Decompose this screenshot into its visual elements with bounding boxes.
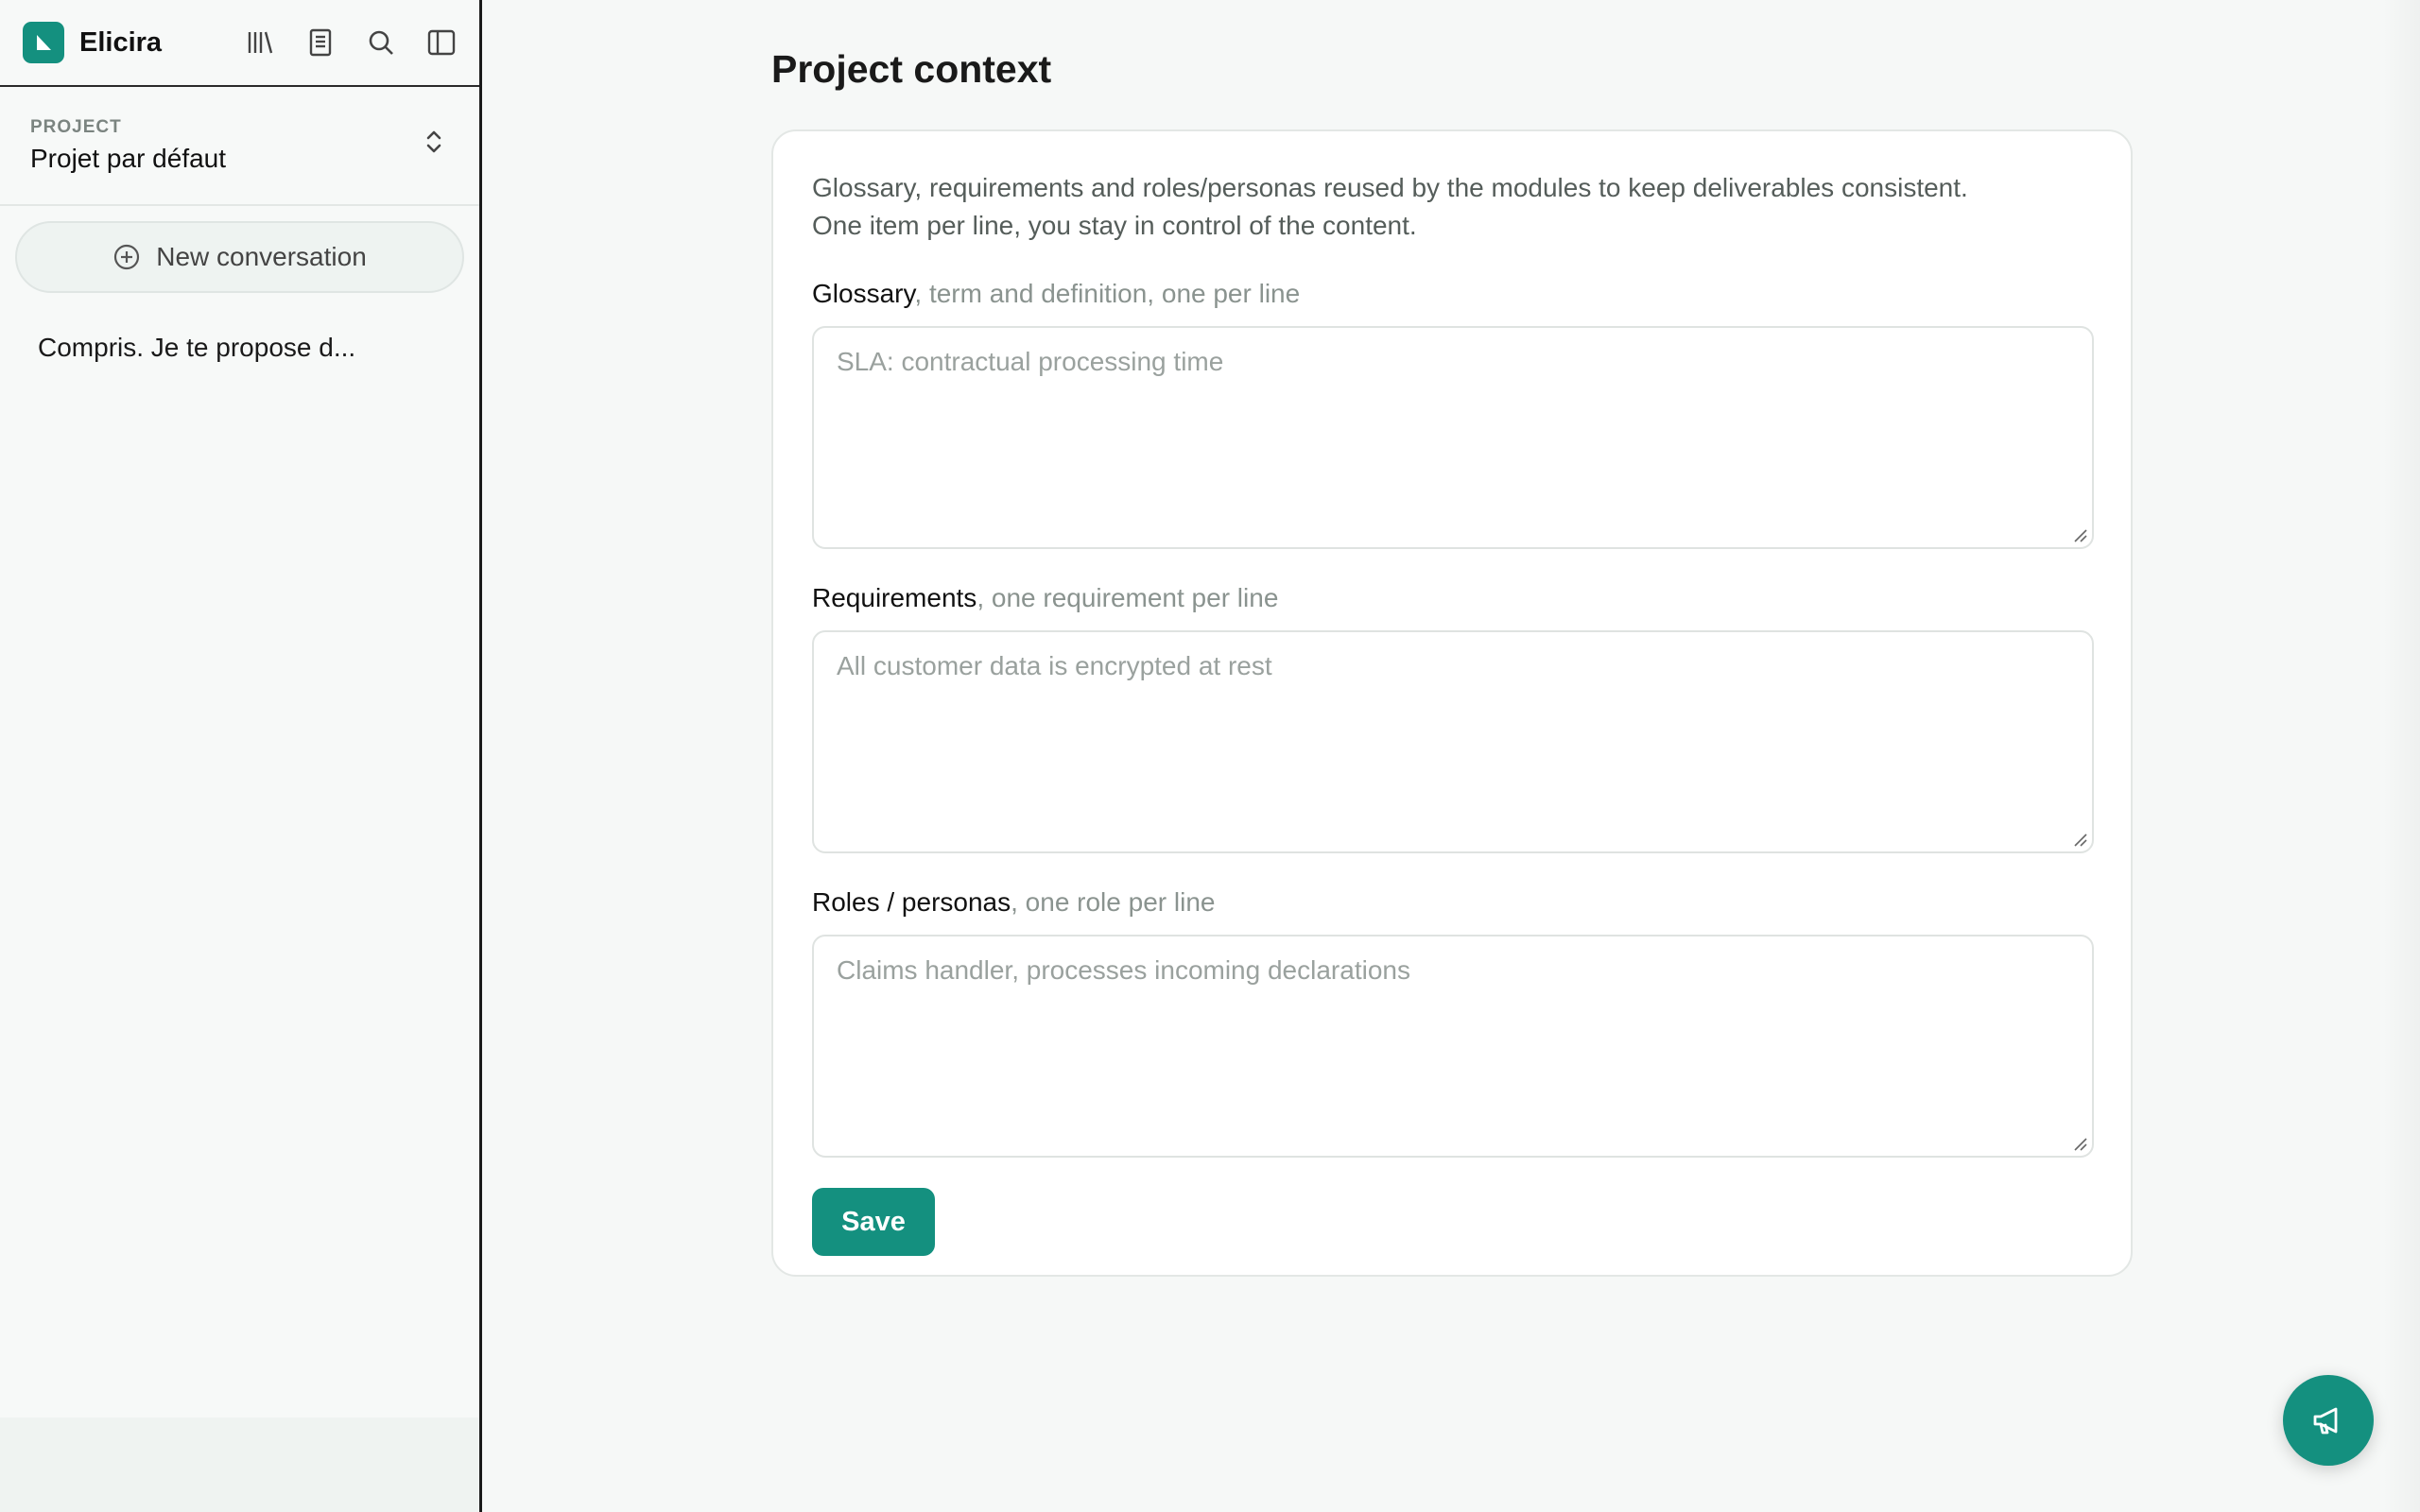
description-line-2: One item per line, you stay in control o… — [812, 211, 1417, 240]
project-label: PROJECT — [30, 117, 122, 137]
roles-placeholder: Claims handler, processes incoming decla… — [837, 955, 1410, 985]
resize-handle-icon[interactable] — [2071, 831, 2088, 848]
requirements-label-text: Requirements — [812, 583, 977, 612]
sidebar-header: Elicira — [0, 0, 479, 87]
megaphone-icon — [2313, 1407, 2338, 1435]
sidebar-toggle-icon[interactable] — [426, 27, 457, 58]
requirements-textarea[interactable]: All customer data is encrypted at rest — [812, 630, 2094, 853]
page-title: Project context — [771, 47, 1052, 91]
project-context-card: Glossary, requirements and roles/persona… — [771, 129, 2133, 1277]
roles-hint: , one role per line — [1011, 887, 1216, 917]
requirements-hint: , one requirement per line — [977, 583, 1279, 612]
sidebar: Elicira PROJECT Projet par défaut New co… — [0, 0, 482, 1512]
roles-label: Roles / personas, one role per line — [812, 885, 2092, 919]
glossary-placeholder: SLA: contractual processing time — [837, 347, 1224, 376]
edge-shadow — [2382, 0, 2420, 1512]
sidebar-toolbar — [245, 27, 457, 58]
requirements-placeholder: All customer data is encrypted at rest — [837, 651, 1272, 680]
card-description: Glossary, requirements and roles/persona… — [812, 169, 2092, 245]
library-icon[interactable] — [245, 27, 275, 58]
feedback-button[interactable] — [2283, 1375, 2374, 1466]
app-name: Elicira — [79, 26, 163, 58]
description-line-1: Glossary, requirements and roles/persona… — [812, 173, 1968, 202]
project-name: Projet par défaut — [30, 144, 227, 173]
new-conversation-button[interactable]: New conversation — [15, 221, 464, 293]
glossary-label-text: Glossary — [812, 279, 915, 308]
app-logo[interactable] — [23, 22, 64, 63]
roles-textarea[interactable]: Claims handler, processes incoming decla… — [812, 935, 2094, 1158]
glossary-textarea[interactable]: SLA: contractual processing time — [812, 326, 2094, 549]
project-selector[interactable]: PROJECT Projet par défaut — [0, 87, 479, 206]
search-icon[interactable] — [366, 27, 396, 58]
document-icon[interactable] — [305, 27, 336, 58]
glossary-label: Glossary, term and definition, one per l… — [812, 277, 2092, 311]
conversation-item[interactable]: Compris. Je te propose d... — [0, 333, 479, 363]
sidebar-footer — [0, 1418, 479, 1512]
save-button[interactable]: Save — [812, 1188, 935, 1256]
new-conversation-label: New conversation — [156, 242, 367, 271]
resize-handle-icon[interactable] — [2071, 1135, 2088, 1152]
requirements-label: Requirements, one requirement per line — [812, 581, 2092, 615]
resize-handle-icon[interactable] — [2071, 526, 2088, 543]
chevron-up-down-icon[interactable] — [421, 125, 447, 159]
roles-label-text: Roles / personas — [812, 887, 1011, 917]
plus-circle-icon — [114, 244, 140, 270]
glossary-hint: , term and definition, one per line — [914, 279, 1301, 308]
